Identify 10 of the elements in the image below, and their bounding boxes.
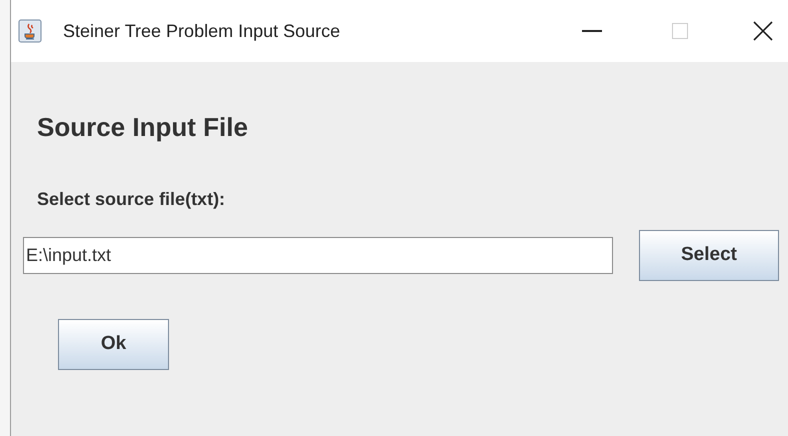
ok-button[interactable]: Ok [58, 319, 169, 370]
file-path-field[interactable]: E:\input.txt [23, 237, 613, 274]
window-title: Steiner Tree Problem Input Source [63, 20, 340, 43]
close-icon [753, 21, 773, 41]
coffee-cup-icon [18, 19, 42, 43]
select-button[interactable]: Select [639, 230, 779, 281]
dialog-heading: Source Input File [37, 111, 248, 144]
minimize-icon [582, 30, 602, 32]
maximize-icon [672, 23, 688, 39]
field-label: Select source file(txt): [37, 188, 226, 211]
